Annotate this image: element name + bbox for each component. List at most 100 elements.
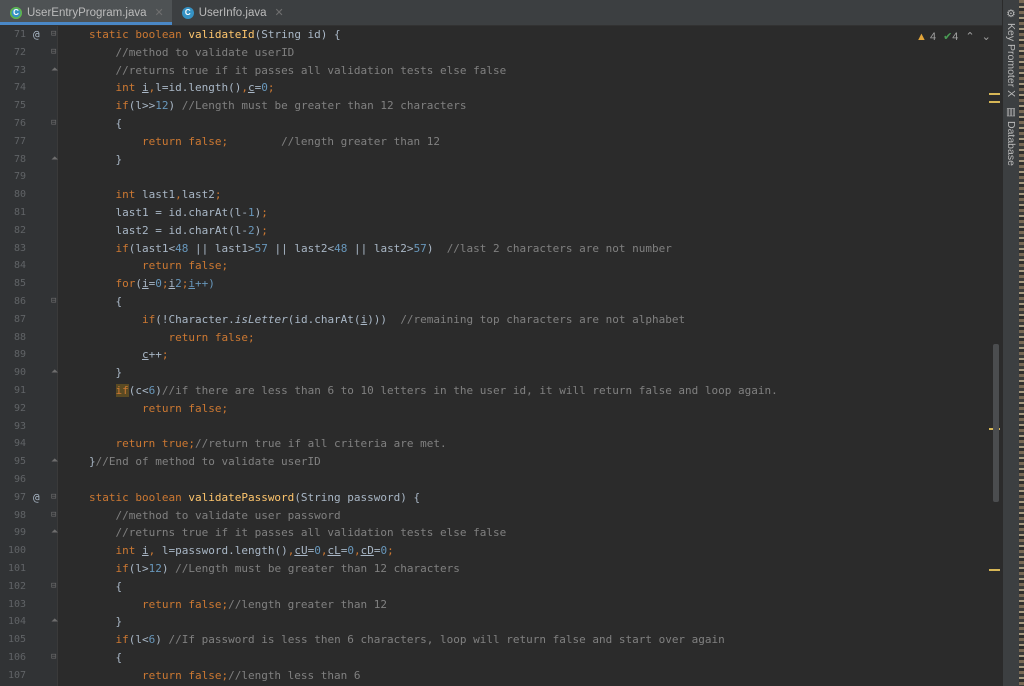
fold-collapse-icon[interactable]: ⊟ — [51, 119, 59, 128]
code-line[interactable]: 83 if(last1<48 || last1>57 || last2<48 |… — [0, 240, 1002, 258]
code-editor[interactable]: 71 @ ⊟ static boolean validateId(String id)… — [0, 26, 1002, 686]
code-line[interactable]: 82 last2 = id.charAt(l-2); — [0, 222, 1002, 240]
tab-userentryprogram[interactable]: C UserEntryProgram.java ✕ — [0, 0, 172, 25]
code-line[interactable]: 74 int i,l=id.length(),c=0; — [0, 79, 1002, 97]
fold-collapse-icon[interactable]: ⊟ — [51, 510, 59, 520]
error-stripe-mark[interactable] — [989, 101, 1000, 103]
fold-end-icon[interactable]: ⏶ — [51, 457, 59, 466]
code-line[interactable]: 97 @ ⊟ static boolean validatePassword(Stri… — [0, 489, 1002, 507]
code-line[interactable]: 89 c++; — [0, 346, 1002, 364]
line-number[interactable]: 88 — [0, 329, 26, 347]
close-icon[interactable]: ✕ — [275, 6, 284, 19]
database-button[interactable]: ▥ Database — [1005, 106, 1017, 166]
fold-collapse-icon[interactable]: ⊟ — [51, 492, 59, 502]
code-line[interactable]: 98 ⊟ //method to validate user password — [0, 507, 1002, 525]
code-line[interactable]: 106 ⊟ { — [0, 649, 1002, 667]
line-number[interactable]: 96 — [0, 471, 26, 489]
code-line[interactable]: 100 int i, l=password.length(),cU=0,cL=0… — [0, 542, 1002, 560]
line-number[interactable]: 98 — [0, 507, 26, 525]
line-number[interactable]: 81 — [0, 204, 26, 222]
code-line[interactable]: 91 if(c<6)//if there are less than 6 to … — [0, 382, 1002, 400]
line-number[interactable]: 85 — [0, 275, 26, 293]
code-line[interactable]: 85 for(i=0;i2;i++) — [0, 275, 1002, 293]
fold-end-icon[interactable]: ⏶ — [51, 65, 59, 75]
key-promoter-x-button[interactable]: ⚙ Key Promoter X — [1005, 8, 1017, 97]
code-line[interactable]: 78 ⏶ } — [0, 151, 1002, 169]
line-number[interactable]: 72 — [0, 44, 26, 62]
code-line[interactable]: 72 ⊟ //method to validate userID — [0, 44, 1002, 62]
line-number[interactable]: 80 — [0, 186, 26, 204]
code-line[interactable]: 84 return false; — [0, 257, 1002, 275]
code-line[interactable]: 94 return true;//return true if all crit… — [0, 435, 1002, 453]
code-line[interactable]: 87 if(!Character.isLetter(id.charAt(i)))… — [0, 311, 1002, 329]
code-line[interactable]: 93 — [0, 418, 1002, 436]
code-line[interactable]: 107 return false;//length less than 6 — [0, 667, 1002, 685]
line-number[interactable]: 73 — [0, 62, 26, 80]
code-line[interactable]: 102 ⊟ { — [0, 578, 1002, 596]
code-line[interactable]: 81 last1 = id.charAt(l-1); — [0, 204, 1002, 222]
line-number[interactable]: 90 — [0, 364, 26, 382]
line-number[interactable]: 101 — [0, 560, 26, 578]
line-number[interactable]: 106 — [0, 649, 26, 667]
line-number[interactable]: 95 — [0, 453, 26, 471]
weak-warnings-indicator[interactable]: ✔4 — [943, 30, 958, 43]
override-marker-icon[interactable]: @ — [33, 489, 40, 507]
line-number[interactable]: 76 — [0, 115, 26, 133]
line-number[interactable]: 83 — [0, 240, 26, 258]
line-number[interactable]: 89 — [0, 346, 26, 364]
code-line[interactable]: 103 return false;//length greater than 1… — [0, 596, 1002, 614]
line-number[interactable]: 71 — [0, 26, 26, 44]
error-stripe-mark[interactable] — [989, 569, 1000, 571]
line-number[interactable]: 107 — [0, 667, 26, 685]
code-line[interactable]: 73 ⏶ //returns true if it passes all vali… — [0, 62, 1002, 80]
line-number[interactable]: 91 — [0, 382, 26, 400]
code-line[interactable]: 105 if(l<6) //If password is less then 6… — [0, 631, 1002, 649]
code-line[interactable]: 76 ⊟ { — [0, 115, 1002, 133]
code-line[interactable]: 86 ⊟ { — [0, 293, 1002, 311]
code-line[interactable]: 96 — [0, 471, 1002, 489]
code-line[interactable]: 95 ⏶}//End of method to validate userID — [0, 453, 1002, 471]
next-highlight-icon[interactable]: ⌄ — [982, 30, 991, 43]
line-number[interactable]: 97 — [0, 489, 26, 507]
line-number[interactable]: 86 — [0, 293, 26, 311]
line-number[interactable]: 100 — [0, 542, 26, 560]
tab-userinfo[interactable]: C UserInfo.java ✕ — [172, 0, 292, 25]
code-line[interactable]: 99 ⏶ //returns true if it passes all vali… — [0, 524, 1002, 542]
code-line[interactable]: 80 int last1,last2; — [0, 186, 1002, 204]
fold-collapse-icon[interactable]: ⊟ — [51, 581, 59, 591]
code-line[interactable]: 101 if(l>12) //Length must be greater th… — [0, 560, 1002, 578]
fold-collapse-icon[interactable]: ⊟ — [51, 653, 59, 662]
warnings-indicator[interactable]: ▲ 4 — [916, 31, 936, 43]
line-number[interactable]: 93 — [0, 418, 26, 436]
fold-collapse-icon[interactable]: ⊟ — [51, 297, 59, 306]
fold-end-icon[interactable]: ⏶ — [51, 154, 59, 164]
line-number[interactable]: 84 — [0, 257, 26, 275]
fold-end-icon[interactable]: ⏶ — [51, 528, 59, 537]
line-number[interactable]: 102 — [0, 578, 26, 596]
close-icon[interactable]: ✕ — [155, 6, 164, 19]
code-line[interactable]: 104 ⏶ } — [0, 613, 1002, 631]
code-line[interactable]: 71 @ ⊟ static boolean validateId(String id)… — [0, 26, 1002, 44]
code-line[interactable]: 90 ⏶ } — [0, 364, 1002, 382]
fold-collapse-icon[interactable]: ⊟ — [51, 47, 59, 57]
line-number[interactable]: 75 — [0, 97, 26, 115]
line-number[interactable]: 77 — [0, 133, 26, 151]
override-marker-icon[interactable]: @ — [33, 26, 40, 44]
inspection-widget[interactable]: ▲ 4 ✔4 ⌃ ⌄ — [916, 30, 991, 44]
line-number[interactable]: 99 — [0, 524, 26, 542]
line-number[interactable]: 87 — [0, 311, 26, 329]
line-number[interactable]: 79 — [0, 168, 26, 186]
line-number[interactable]: 92 — [0, 400, 26, 418]
line-number[interactable]: 82 — [0, 222, 26, 240]
code-line[interactable]: 79 — [0, 168, 1002, 186]
error-stripe-mark[interactable] — [989, 93, 1000, 95]
fold-collapse-icon[interactable]: ⊟ — [51, 30, 59, 39]
line-number[interactable]: 104 — [0, 613, 26, 631]
code-line[interactable]: 75 if(l>>12) //Length must be greater th… — [0, 97, 1002, 115]
line-number[interactable]: 78 — [0, 151, 26, 169]
line-number[interactable]: 103 — [0, 596, 26, 614]
code-line[interactable]: 92 return false; — [0, 400, 1002, 418]
fold-end-icon[interactable]: ⏶ — [51, 368, 59, 377]
line-number[interactable]: 94 — [0, 435, 26, 453]
line-number[interactable]: 105 — [0, 631, 26, 649]
